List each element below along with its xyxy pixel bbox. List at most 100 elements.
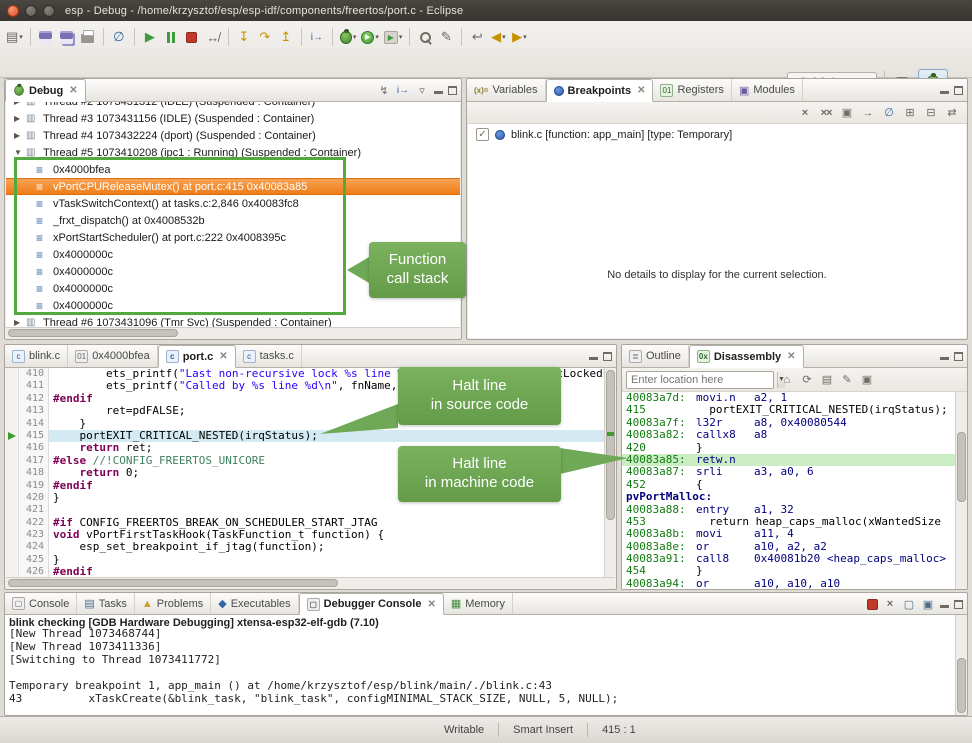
disassembly-vertical-scrollbar[interactable] (955, 392, 967, 589)
close-icon[interactable]: ✕ (637, 85, 645, 96)
titlebar[interactable]: esp - Debug - /home/krzysztof/esp/esp-id… (0, 0, 972, 21)
show-breakpoints-supported-icon[interactable]: ▣ (840, 105, 854, 121)
view-menu-icon[interactable]: ▿ (415, 82, 429, 98)
debug-horizontal-scrollbar[interactable] (6, 327, 460, 338)
debug-stack-frame-row[interactable]: ≡vPortCPUReleaseMutex() at port.c:415 0x… (6, 178, 460, 195)
close-icon[interactable]: ✕ (219, 351, 227, 362)
code-line[interactable]: return 0; (53, 467, 616, 479)
debug-thread-row[interactable]: ▶▥Thread #4 1073432224 (dport) (Suspende… (6, 127, 460, 144)
debug-thread-row[interactable]: ▶▥Thread #3 1073431156 (IDLE) (Suspended… (6, 110, 460, 127)
tab-modules[interactable]: ▣ Modules (732, 79, 803, 101)
debug-stack-frame-row[interactable]: ≡_frxt_dispatch() at 0x4008532b (6, 212, 460, 229)
go-to-file-for-breakpoint-icon[interactable]: → (861, 105, 875, 121)
display-selected-console-icon[interactable]: ▢ (902, 596, 916, 612)
terminate-icon[interactable] (867, 599, 878, 610)
window-minimize-button[interactable] (25, 5, 37, 17)
maximize-view-icon[interactable] (954, 600, 963, 609)
save-all-button[interactable] (57, 26, 77, 48)
tab-registers[interactable]: 01 Registers (653, 79, 731, 101)
debug-button[interactable]: ▾ (338, 26, 359, 48)
open-new-view-icon[interactable]: ▣ (860, 372, 874, 388)
close-icon[interactable]: ✕ (427, 599, 435, 610)
tab-problems[interactable]: ▲ Problems (135, 593, 211, 614)
debug-stack-frame-row[interactable]: ≡0x4000bfea (6, 161, 460, 178)
terminate-button[interactable] (182, 26, 202, 48)
tab-blink-c[interactable]: c blink.c (5, 345, 68, 367)
new-wizard-button[interactable]: ▤▾ (4, 26, 25, 48)
step-return-button[interactable]: ↥ (276, 26, 296, 48)
chevron-collapsed-icon[interactable]: ▶ (14, 114, 26, 123)
last-edit-location-button[interactable]: ↩ (467, 26, 487, 48)
skip-all-breakpoints-icon[interactable]: ∅ (882, 105, 896, 121)
editor-vertical-scrollbar[interactable] (604, 368, 616, 579)
print-button[interactable] (78, 26, 98, 48)
source-code-editor[interactable]: ets_printf("Last non-recursive lock %s l… (49, 368, 616, 579)
suspend-button[interactable] (161, 26, 181, 48)
resume-button[interactable]: ▶ (140, 26, 160, 48)
debug-stack-frame-row[interactable]: ≡vTaskSwitchContext() at tasks.c:2,846 0… (6, 195, 460, 212)
maximize-view-icon[interactable] (603, 352, 612, 361)
code-line[interactable]: ret=pdFALSE; (53, 405, 616, 417)
window-close-button[interactable] (7, 5, 19, 17)
scrollbar-thumb[interactable] (606, 370, 615, 520)
chevron-expanded-icon[interactable]: ▼ (14, 148, 26, 157)
forward-button[interactable]: ▶▾ (509, 26, 529, 48)
scrollbar-thumb[interactable] (8, 329, 178, 337)
open-console-icon[interactable]: ▣ (921, 596, 935, 612)
tab-memory[interactable]: ▦ Memory (444, 593, 513, 614)
back-button[interactable]: ◀▾ (488, 26, 508, 48)
home-icon[interactable]: ⌂ (780, 372, 794, 388)
tab-breakpoints[interactable]: Breakpoints ✕ (546, 79, 654, 102)
tab-debug[interactable]: Debug ✕ (5, 79, 86, 102)
show-source-toggle-icon[interactable]: ▤ (820, 372, 834, 388)
track-expression-icon[interactable]: ✎ (840, 372, 854, 388)
scrollbar-thumb[interactable] (957, 432, 966, 502)
window-maximize-button[interactable] (43, 5, 55, 17)
maximize-view-icon[interactable] (954, 86, 963, 95)
location-input[interactable] (627, 374, 777, 386)
tab-disassembly[interactable]: 0x Disassembly ✕ (689, 345, 804, 368)
expand-all-icon[interactable]: ⊞ (903, 105, 917, 121)
editor-horizontal-scrollbar[interactable] (6, 577, 615, 588)
console-vertical-scrollbar[interactable] (955, 615, 967, 715)
step-into-button[interactable]: ↧ (234, 26, 254, 48)
step-over-button[interactable]: ↷ (255, 26, 275, 48)
debug-thread-tree[interactable]: ▶▥Thread #2 1073431312 (IDLE) (Suspended… (6, 102, 460, 329)
tab-outline[interactable]: ≣ Outline (622, 345, 689, 367)
console-output[interactable]: blink checking [GDB Hardware Debugging] … (5, 615, 955, 715)
tab-tasks-c[interactable]: c tasks.c (236, 345, 302, 367)
maximize-view-icon[interactable] (954, 352, 963, 361)
minimize-view-icon[interactable] (434, 86, 443, 95)
refresh-icon[interactable]: ⟳ (800, 372, 814, 388)
minimize-view-icon[interactable] (940, 352, 949, 361)
chevron-collapsed-icon[interactable]: ▶ (14, 131, 26, 140)
skip-all-breakpoints-button[interactable]: ∅ (109, 26, 129, 48)
debug-thread-row[interactable]: ▼▥Thread #5 1073410208 (ipc1 : Running) … (6, 144, 460, 161)
link-with-debug-view-icon[interactable]: ⇄ (945, 105, 959, 121)
tab-port-c[interactable]: c port.c ✕ (158, 345, 236, 368)
minimize-view-icon[interactable] (940, 600, 949, 609)
tab-debugger-console[interactable]: ▢ Debugger Console ✕ (299, 593, 444, 615)
connect-process-icon[interactable]: ↯ (377, 82, 391, 98)
close-icon[interactable]: ✕ (69, 85, 77, 96)
disassembly-line[interactable]: 40083a91:call80x40081b20 <heap_caps_mall… (626, 553, 955, 565)
code-line[interactable]: ets_printf("Called by %s line %d\n", fnN… (53, 380, 616, 392)
annotation-ruler[interactable] (5, 368, 19, 579)
tab-variables[interactable]: (x)= Variables (467, 79, 546, 101)
tab-tasks[interactable]: ▤ Tasks (77, 593, 135, 614)
breakpoint-row[interactable]: ✓ blink.c [function: app_main] [type: Te… (468, 124, 966, 141)
debug-stack-frame-row[interactable]: ≡xPortStartScheduler() at port.c:222 0x4… (6, 229, 460, 246)
remove-launch-icon[interactable]: × (883, 596, 897, 612)
external-tools-button[interactable]: ▶▾ (382, 26, 405, 48)
remove-all-breakpoints-icon[interactable]: ×× (819, 105, 833, 121)
remove-breakpoint-icon[interactable]: × (798, 105, 812, 121)
debug-thread-row[interactable]: ▶▥Thread #2 1073431312 (IDLE) (Suspended… (6, 102, 460, 110)
code-line[interactable]: esp_set_breakpoint_if_jtag(function); (53, 541, 616, 553)
disassembly-line[interactable]: 40083a82:callx8a8 (626, 429, 955, 441)
save-button[interactable] (36, 26, 56, 48)
debug-stack-frame-row[interactable]: ≡0x4000000c (6, 246, 460, 263)
scrollbar-thumb[interactable] (957, 658, 966, 713)
run-button[interactable]: ▶▾ (359, 26, 381, 48)
maximize-view-icon[interactable] (448, 86, 457, 95)
tab-console[interactable]: ▢ Console (5, 593, 77, 614)
